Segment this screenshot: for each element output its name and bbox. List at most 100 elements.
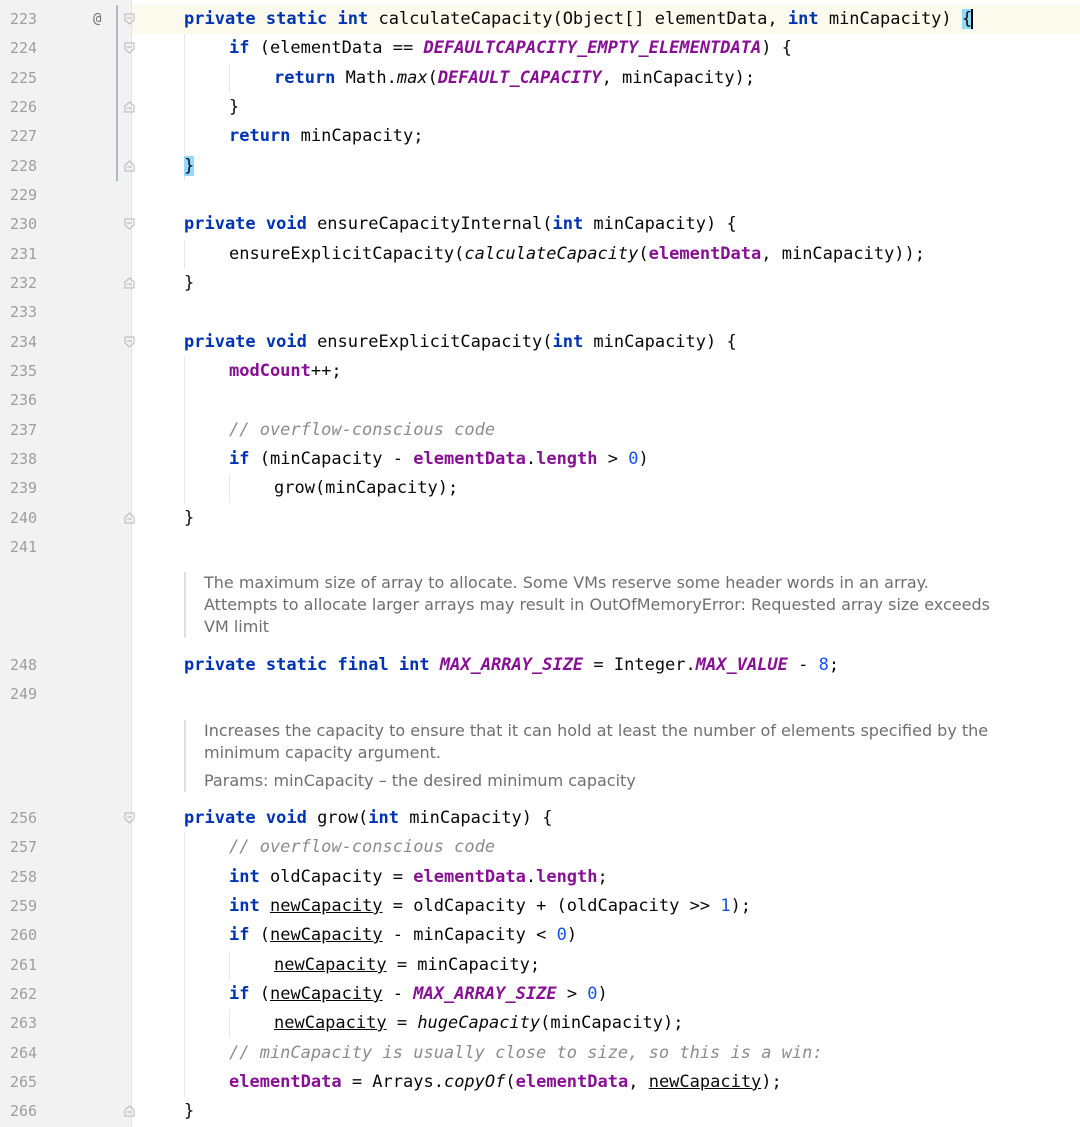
fold-marker-icon[interactable]	[124, 13, 135, 25]
code-line-248[interactable]: private static final int MAX_ARRAY_SIZE …	[184, 651, 839, 680]
code-text: )	[566, 925, 578, 945]
gutter-line[interactable]: 233	[0, 298, 131, 327]
fold-end-marker-icon[interactable]	[124, 101, 135, 113]
reassigned-variable: newCapacity	[269, 896, 383, 916]
gutter-line[interactable]: 240	[0, 504, 135, 533]
code-line-263[interactable]: newCapacity = hugeCapacity(minCapacity);	[274, 1009, 683, 1038]
gutter-line[interactable]: 236	[0, 386, 131, 415]
code-line-232[interactable]: }	[184, 269, 194, 298]
gutter-line[interactable]: 262	[0, 980, 131, 1009]
gutter-line[interactable]: 258	[0, 863, 131, 892]
code-line-260[interactable]: if (newCapacity - minCapacity < 0)	[229, 921, 577, 950]
code-line-264[interactable]: // minCapacity is usually close to size,…	[229, 1039, 823, 1068]
code-text: (	[505, 1072, 516, 1092]
code-line-234[interactable]: private void ensureExplicitCapacity(int …	[184, 328, 737, 357]
comment: // minCapacity is usually close to size,…	[229, 1043, 823, 1063]
gutter-line[interactable]: 235	[0, 357, 131, 386]
gutter-line[interactable]: 264	[0, 1039, 131, 1068]
gutter-line[interactable]: 227	[0, 122, 131, 151]
code-line-258[interactable]: int oldCapacity = elementData.length;	[229, 863, 608, 892]
line-number: 223	[10, 10, 38, 28]
code-line-235[interactable]: modCount++;	[229, 357, 342, 386]
gutter-line[interactable]: 238	[0, 445, 131, 474]
gutter-line[interactable]: 228	[0, 152, 135, 181]
code-text: ,	[628, 1072, 649, 1092]
code-line-257[interactable]: // overflow-conscious code	[229, 833, 495, 862]
fold-end-marker-icon[interactable]	[124, 512, 135, 524]
gutter-line[interactable]: 263	[0, 1009, 131, 1038]
gutter-line[interactable]: 234	[0, 328, 135, 357]
gutter-line[interactable]: 225	[0, 64, 131, 93]
code-text: ++;	[310, 361, 342, 381]
indent-guide	[184, 833, 185, 1097]
rendered-doc-comment[interactable]: The maximum size of array to allocate. S…	[184, 572, 1064, 638]
fold-marker-icon[interactable]	[124, 336, 135, 348]
code-line-230[interactable]: private void ensureCapacityInternal(int …	[184, 210, 737, 239]
fold-end-marker-icon[interactable]	[124, 277, 135, 289]
line-number: 229	[10, 186, 38, 204]
gutter-line[interactable]: 231	[0, 240, 131, 269]
fold-marker-icon[interactable]	[124, 218, 135, 230]
code-line-223[interactable]: private static int calculateCapacity(Obj…	[184, 5, 974, 34]
line-number: 261	[10, 956, 38, 974]
code-editor[interactable]: 223 @ 224 225 226 227 228 229 230 231 23…	[0, 0, 1080, 1127]
editor-gutter[interactable]: 223 @ 224 225 226 227 228 229 230 231 23…	[0, 0, 135, 1127]
gutter-line[interactable]: 249	[0, 680, 131, 709]
gutter-line[interactable]: 239	[0, 474, 131, 503]
code-line-224[interactable]: if (elementData == DEFAULTCAPACITY_EMPTY…	[229, 34, 792, 63]
gutter-line[interactable]: 224	[0, 34, 135, 63]
gutter-line[interactable]: 230	[0, 210, 135, 239]
static-method: calculateCapacity	[464, 244, 639, 264]
code-line-227[interactable]: return minCapacity;	[229, 122, 423, 151]
gutter-line[interactable]: 257	[0, 833, 131, 862]
code-line-240[interactable]: }	[184, 504, 194, 533]
gutter-line[interactable]: 259	[0, 892, 131, 921]
keyword: int	[368, 808, 410, 828]
code-text: =	[386, 1013, 418, 1033]
code-text: )	[597, 984, 608, 1004]
gutter-line[interactable]: 260	[0, 921, 131, 950]
fold-end-marker-icon[interactable]	[124, 160, 135, 172]
code-line-261[interactable]: newCapacity = minCapacity;	[274, 951, 540, 980]
override-marker-icon[interactable]: @	[93, 5, 101, 34]
gutter-line[interactable]: 266	[0, 1097, 135, 1126]
line-number: 238	[10, 450, 38, 468]
code-line-259[interactable]: int newCapacity = oldCapacity + (oldCapa…	[229, 892, 751, 921]
code-line-256[interactable]: private void grow(int minCapacity) {	[184, 804, 553, 833]
code-line-237[interactable]: // overflow-conscious code	[229, 416, 495, 445]
fold-end-marker-icon[interactable]	[124, 1105, 135, 1117]
comment: // overflow-conscious code	[229, 837, 496, 857]
indent-guide	[229, 951, 230, 980]
gutter-line[interactable]: 241	[0, 533, 131, 562]
keyword: int	[552, 332, 594, 352]
code-line-266[interactable]: }	[184, 1097, 194, 1126]
reassigned-variable: newCapacity	[269, 925, 383, 945]
gutter-line[interactable]: 248	[0, 651, 131, 680]
gutter-line[interactable]: 229	[0, 181, 131, 210]
code-text: minCapacity)	[828, 9, 962, 29]
gutter-line[interactable]: 261	[0, 951, 131, 980]
code-line-238[interactable]: if (minCapacity - elementData.length > 0…	[229, 445, 649, 474]
gutter-line[interactable]: 223 @	[0, 5, 135, 34]
gutter-line[interactable]: 237	[0, 416, 131, 445]
gutter-line[interactable]: 256	[0, 804, 135, 833]
code-text: }	[229, 97, 240, 117]
gutter-line[interactable]: 226	[0, 93, 135, 122]
code-line-231[interactable]: ensureExplicitCapacity(calculateCapacity…	[229, 240, 925, 269]
code-line-239[interactable]: grow(minCapacity);	[274, 474, 458, 503]
code-line-262[interactable]: if (newCapacity - MAX_ARRAY_SIZE > 0)	[229, 980, 608, 1009]
line-number: 259	[10, 897, 38, 915]
code-line-265[interactable]: elementData = Arrays.copyOf(elementData,…	[229, 1068, 782, 1097]
field: elementData	[515, 1072, 629, 1092]
code-text: -	[382, 984, 414, 1004]
code-text: }	[184, 1101, 195, 1121]
code-line-228[interactable]: }	[184, 152, 195, 181]
code-line-226[interactable]: }	[229, 93, 239, 122]
code-line-225[interactable]: return Math.max(DEFAULT_CAPACITY, minCap…	[274, 64, 755, 93]
rendered-doc-comment[interactable]: Increases the capacity to ensure that it…	[184, 720, 1064, 792]
gutter-line[interactable]: 232	[0, 269, 135, 298]
fold-marker-icon[interactable]	[124, 42, 135, 54]
fold-marker-icon[interactable]	[124, 812, 135, 824]
gutter-line[interactable]: 265	[0, 1068, 131, 1097]
code-text: ensureExplicitCapacity(	[229, 244, 465, 264]
